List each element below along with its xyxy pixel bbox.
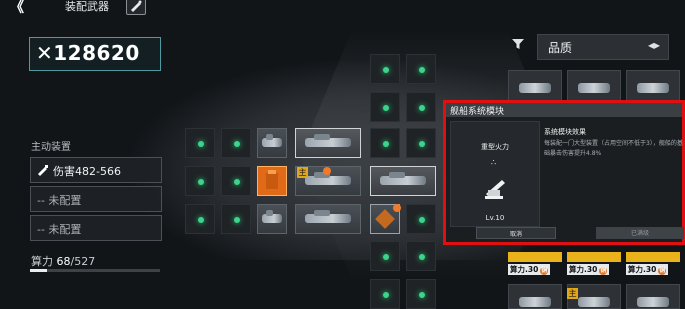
- inventory-item[interactable]: [508, 284, 562, 309]
- equipped-weapon-cannon[interactable]: [295, 128, 361, 158]
- empty-slot-node[interactable]: [370, 92, 400, 122]
- main-badge: 主: [297, 167, 308, 178]
- max-level-button: 已满级: [596, 227, 684, 239]
- upgrade-dot-icon: [393, 204, 401, 212]
- heavy-cannon-icon: [485, 180, 505, 199]
- sort-arrow-icon: ◂▸: [647, 38, 660, 52]
- main-equipment-title: 主动装置: [31, 142, 71, 153]
- cancel-label: 取消: [509, 231, 522, 238]
- upgrade-dot-icon: [323, 167, 331, 175]
- empty-slot-node[interactable]: [406, 204, 436, 234]
- compute-used: 68: [56, 255, 71, 268]
- module-level: Lv.10: [485, 214, 505, 222]
- inventory-rarity-bar: [508, 252, 562, 262]
- empty-slot-node[interactable]: [406, 92, 436, 122]
- equipped-weapon-small-2[interactable]: [257, 204, 287, 234]
- copper-coin-icon: 铜: [540, 267, 549, 275]
- empty-slot-node[interactable]: [221, 204, 251, 234]
- empty-slot-node[interactable]: [221, 128, 251, 158]
- empty-slot-node[interactable]: [406, 279, 436, 309]
- compute-cost: 算力.30: [569, 265, 598, 274]
- quality-label: 品质: [548, 41, 573, 55]
- empty-slot-node[interactable]: [185, 166, 215, 196]
- equipped-weapon-small[interactable]: [257, 128, 287, 158]
- compute-cost: 算力.30: [628, 265, 657, 274]
- cannon-icon: [38, 165, 48, 176]
- compute-label: 算力: [31, 255, 53, 268]
- module-name: 重型火力: [481, 143, 509, 151]
- empty-slot-node[interactable]: [406, 54, 436, 84]
- compute-total: /527: [70, 255, 96, 268]
- empty-slot-node[interactable]: [370, 279, 400, 309]
- max-level-label: 已满级: [630, 230, 649, 237]
- empty-slot-node[interactable]: [406, 241, 436, 271]
- compute-stat: 算力 68/527: [31, 253, 95, 269]
- empty-slot-node[interactable]: [185, 128, 215, 158]
- compute-cost: 算力.30: [510, 265, 539, 274]
- quality-sort-dropdown[interactable]: 品质 ◂▸: [537, 34, 669, 60]
- copper-coin-icon: 铜: [658, 267, 667, 275]
- main-badge: 主: [567, 288, 578, 299]
- empty-slot-node[interactable]: [370, 54, 400, 84]
- cancel-button[interactable]: 取消: [476, 227, 556, 239]
- back-button[interactable]: 《: [10, 1, 34, 15]
- equipped-weapon-turret[interactable]: [370, 166, 436, 196]
- compute-bar-fill: [30, 269, 47, 272]
- main-equipment-slot-3[interactable]: -- 未配置: [30, 215, 162, 241]
- slot-label: -- 未配置: [37, 223, 82, 236]
- effect-title: 系统模块效果: [544, 128, 586, 136]
- effect-description: 每装配一门大型装置（占用空间不低于3），舰船的基础暴击伤害提升4.8%: [544, 140, 683, 157]
- popup-title: 舰船系统模块: [450, 107, 505, 117]
- slot-label: -- 未配置: [37, 194, 82, 207]
- equipped-weapon-cannon-2[interactable]: [295, 204, 361, 234]
- page-title: 装配武器: [65, 0, 109, 13]
- inventory-compute-tag: 算力.30 铜: [626, 264, 669, 275]
- popup-header: 舰船系统模块: [446, 103, 682, 117]
- weapon-icon[interactable]: [126, 0, 146, 15]
- combat-power-value: ✕128620: [36, 41, 140, 65]
- inventory-item[interactable]: [626, 284, 680, 309]
- empty-slot-node[interactable]: [406, 128, 436, 158]
- empty-slot-node[interactable]: [370, 128, 400, 158]
- module-symbol-icon: ∴: [491, 158, 497, 167]
- empty-slot-node[interactable]: [370, 241, 400, 271]
- inventory-rarity-bar: [626, 252, 680, 262]
- empty-slot-node[interactable]: [185, 204, 215, 234]
- combat-power-display: ✕128620: [29, 37, 161, 71]
- main-equipment-slot-1[interactable]: 伤害482-566: [30, 157, 162, 183]
- inventory-rarity-bar: [567, 252, 621, 262]
- compute-bar-track: [30, 269, 160, 272]
- copper-coin-icon: 铜: [599, 267, 608, 275]
- equipped-module-orange[interactable]: [257, 166, 287, 196]
- inventory-compute-tag: 算力.30 铜: [508, 264, 551, 275]
- inventory-compute-tag: 算力.30 铜: [567, 264, 610, 275]
- filter-icon[interactable]: [508, 37, 528, 55]
- empty-slot-node[interactable]: [221, 166, 251, 196]
- main-equipment-slot-2[interactable]: -- 未配置: [30, 186, 162, 212]
- ship-system-module-popup: 舰船系统模块 重型火力 ∴ Lv.10 系统模块效果 每装配一门大型装置（占用空…: [443, 100, 685, 245]
- slot-label: 伤害482-566: [53, 165, 121, 178]
- module-card: 重型火力 ∴ Lv.10: [450, 121, 540, 227]
